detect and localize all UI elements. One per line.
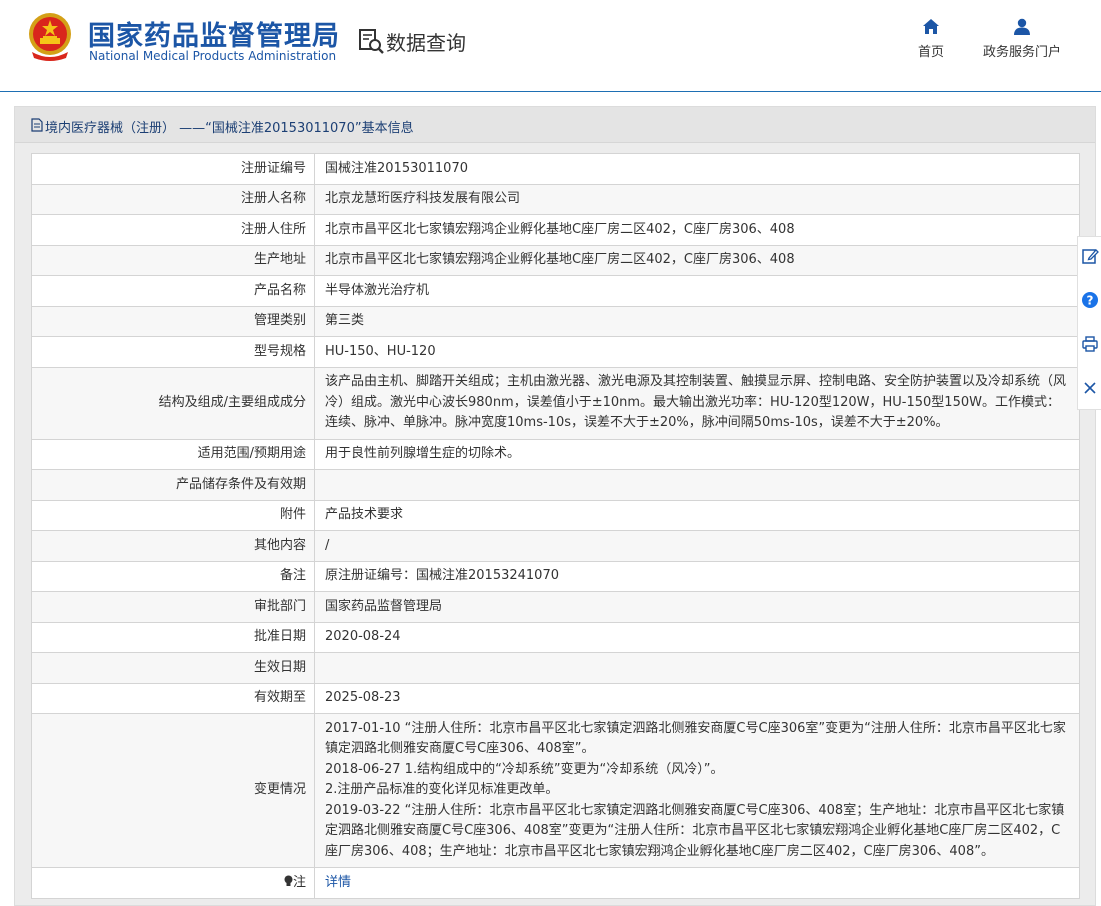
side-toolbar: ? xyxy=(1077,236,1101,410)
table-row: 注册人名称 北京龙慧珩医疗科技发展有限公司 xyxy=(31,183,1080,215)
field-value: 国家药品监督管理局 xyxy=(314,591,1080,623)
field-value: / xyxy=(314,530,1080,562)
edit-icon[interactable] xyxy=(1081,247,1099,265)
note-label-cell: 注 xyxy=(31,867,315,899)
nav-portal-label: 政务服务门户 xyxy=(982,45,1061,60)
field-value: 原注册证编号：国械注准20153241070 xyxy=(314,560,1080,592)
field-value: 2020-08-24 xyxy=(314,621,1080,653)
table-row: 适用范围/预期用途 用于良性前列腺增生症的切除术。 xyxy=(31,438,1080,470)
field-label: 结构及组成/主要组成成分 xyxy=(31,366,315,440)
field-label: 产品储存条件及有效期 xyxy=(31,469,315,501)
field-label: 注册证编号 xyxy=(31,153,315,185)
field-value: 北京龙慧珩医疗科技发展有限公司 xyxy=(314,183,1080,215)
field-label: 有效期至 xyxy=(31,682,315,714)
document-search-icon xyxy=(359,29,384,54)
lightbulb-icon xyxy=(284,875,293,886)
table-row: 生产地址 北京市昌平区北七家镇宏翔鸿企业孵化基地C座厂房二区402，C座厂房306… xyxy=(31,244,1080,276)
change-history: 2017-01-10 “注册人住所：北京市昌平区北七家镇定泗路北侧雅安商厦C号C… xyxy=(314,713,1080,868)
table-row: 注册人住所 北京市昌平区北七家镇宏翔鸿企业孵化基地C座厂房二区402，C座厂房30… xyxy=(31,214,1080,246)
field-label: 附件 xyxy=(31,499,315,531)
field-value: HU-150、HU-120 xyxy=(314,336,1080,368)
field-value: 第三类 xyxy=(314,305,1080,337)
table-row: 型号规格 HU-150、HU-120 xyxy=(31,336,1080,368)
close-icon[interactable] xyxy=(1081,379,1099,397)
panel-title: 境内医疗器械（注册） ——“国械注准20153011070”基本信息 xyxy=(45,121,414,136)
field-label: 管理类别 xyxy=(31,305,315,337)
field-value: 国械注准20153011070 xyxy=(314,153,1080,185)
field-value xyxy=(314,652,1080,684)
org-name-cn: 国家药品监督管理局 xyxy=(88,21,340,52)
panel-header: 境内医疗器械（注册） ——“国械注准20153011070”基本信息 xyxy=(15,107,1095,143)
table-row: 产品名称 半导体激光治疗机 xyxy=(31,275,1080,307)
table-row: 生效日期 xyxy=(31,652,1080,684)
change-entry: 2017-01-10 “注册人住所：北京市昌平区北七家镇定泗路北侧雅安商厦C号C… xyxy=(325,720,1066,757)
field-label: 生产地址 xyxy=(31,244,315,276)
table-row: 批准日期 2020-08-24 xyxy=(31,621,1080,653)
nav-home-label: 首页 xyxy=(917,45,944,60)
details-link[interactable]: 详情 xyxy=(325,875,351,890)
field-label: 产品名称 xyxy=(31,275,315,307)
change-entry: 2.注册产品标准的变化详见标准更改单。 xyxy=(325,782,559,798)
note-label: 注 xyxy=(292,874,306,890)
table-row: 注册证编号 国械注准20153011070 xyxy=(31,153,1080,185)
table-row: 管理类别 第三类 xyxy=(31,305,1080,337)
field-value: 详情 xyxy=(314,867,1080,899)
field-value: 用于良性前列腺增生症的切除术。 xyxy=(314,438,1080,470)
header-divider xyxy=(0,91,1101,92)
table-row: 产品储存条件及有效期 xyxy=(31,469,1080,501)
table-row: 备注 原注册证编号：国械注准20153241070 xyxy=(31,560,1080,592)
detail-table: 注册证编号 国械注准20153011070 注册人名称 北京龙慧珩医疗科技发展有限公… xyxy=(31,153,1080,899)
field-label: 生效日期 xyxy=(31,652,315,684)
field-label: 注册人名称 xyxy=(31,183,315,215)
change-entry: 2019-03-22 “注册人住所：北京市昌平区北七家镇定泗路北侧雅安商厦C号C… xyxy=(325,802,1065,859)
table-row: 变更情况 2017-01-10 “注册人住所：北京市昌平区北七家镇定泗路北侧雅安… xyxy=(31,713,1080,868)
change-entry: 2018-06-27 1.结构组成中的“冷却系统”变更为“冷却系统（风冷）”。 xyxy=(325,761,724,777)
site-header: 国家药品监督管理局 National Medical Products Admi… xyxy=(0,0,1101,92)
field-value: 2025-08-23 xyxy=(314,682,1080,714)
field-label: 注册人住所 xyxy=(31,214,315,246)
nav-home[interactable]: 首页 xyxy=(912,18,950,60)
field-value xyxy=(314,469,1080,501)
field-label: 备注 xyxy=(31,560,315,592)
field-value: 产品技术要求 xyxy=(314,499,1080,531)
field-value: 北京市昌平区北七家镇宏翔鸿企业孵化基地C座厂房二区402，C座厂房306、408 xyxy=(314,214,1080,246)
print-icon[interactable] xyxy=(1081,335,1099,353)
home-icon xyxy=(923,19,939,34)
field-label: 审批部门 xyxy=(31,591,315,623)
field-label: 批准日期 xyxy=(31,621,315,653)
user-icon xyxy=(1014,18,1030,35)
table-row: 附件 产品技术要求 xyxy=(31,499,1080,531)
field-label: 适用范围/预期用途 xyxy=(31,438,315,470)
table-row: 审批部门 国家药品监督管理局 xyxy=(31,591,1080,623)
field-value: 半导体激光治疗机 xyxy=(314,275,1080,307)
nav-service-portal[interactable]: 政务服务门户 xyxy=(976,18,1068,60)
field-label: 变更情况 xyxy=(31,713,315,868)
help-icon[interactable]: ? xyxy=(1081,291,1099,309)
table-row: 其他内容 / xyxy=(31,530,1080,562)
svg-text:?: ? xyxy=(1087,294,1094,308)
table-row: 注 详情 xyxy=(31,867,1080,899)
field-label: 型号规格 xyxy=(31,336,315,368)
field-value: 北京市昌平区北七家镇宏翔鸿企业孵化基地C座厂房二区402，C座厂房306、408 xyxy=(314,244,1080,276)
field-value: 该产品由主机、脚踏开关组成；主机由激光器、激光电源及其控制装置、触摸显示屏、控制… xyxy=(314,366,1080,440)
document-icon xyxy=(31,118,43,132)
national-emblem-icon xyxy=(29,13,71,61)
detail-panel: 境内医疗器械（注册） ——“国械注准20153011070”基本信息 注册证编号… xyxy=(14,106,1096,906)
table-row: 结构及组成/主要组成成分 该产品由主机、脚踏开关组成；主机由激光器、激光电源及其控… xyxy=(31,366,1080,440)
table-row: 有效期至 2025-08-23 xyxy=(31,682,1080,714)
org-name-en: National Medical Products Administration xyxy=(89,49,337,63)
data-query-title: 数据查询 xyxy=(386,31,466,55)
field-label: 其他内容 xyxy=(31,530,315,562)
